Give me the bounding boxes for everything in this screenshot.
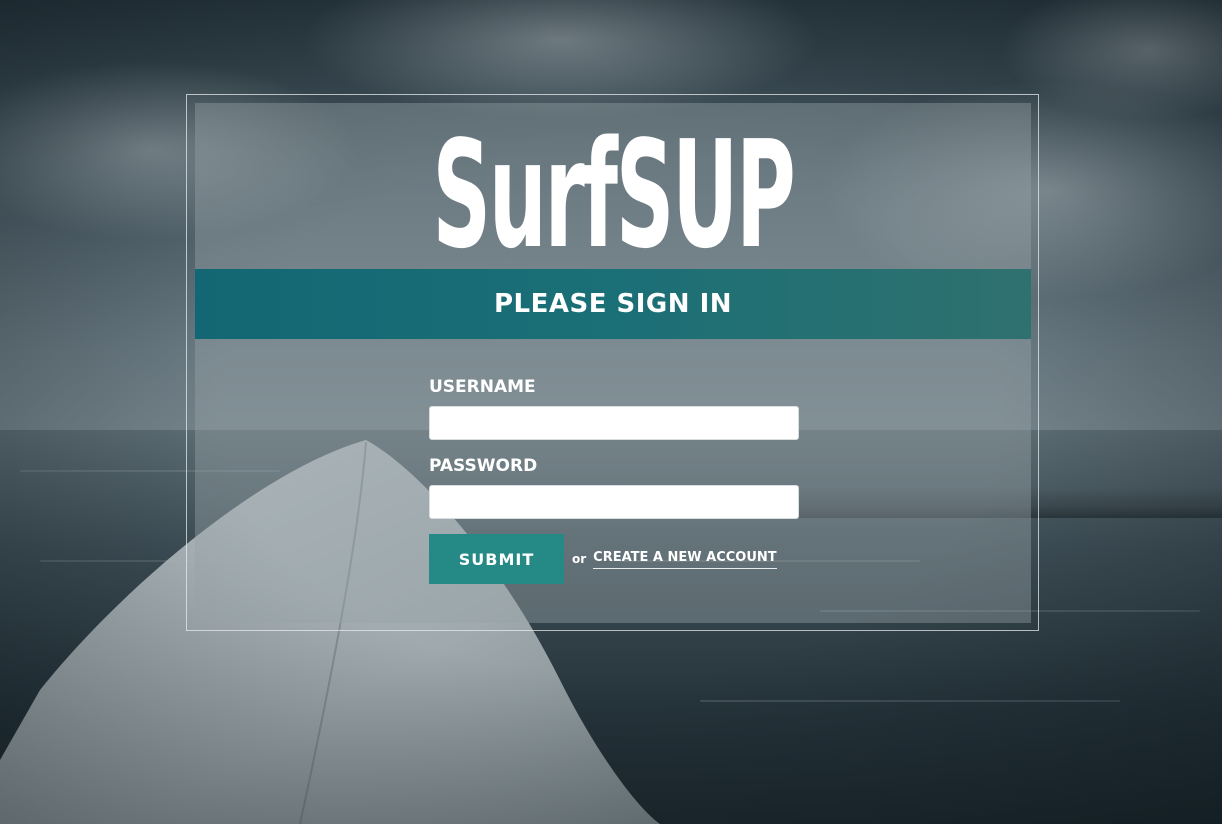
submit-button[interactable]: SUBMIT — [429, 534, 564, 584]
username-input[interactable] — [429, 406, 799, 440]
password-input[interactable] — [429, 485, 799, 519]
username-label: USERNAME — [429, 377, 536, 397]
password-label: PASSWORD — [429, 456, 538, 476]
sign-in-form: USERNAME PASSWORD SUBMIT or CREATE A NEW… — [429, 375, 799, 584]
sign-in-panel: SurfSUP PLEASE SIGN IN USERNAME PASSWORD… — [195, 103, 1031, 623]
sign-in-banner: PLEASE SIGN IN — [195, 269, 1031, 339]
or-separator: or — [572, 552, 587, 566]
create-account-link[interactable]: CREATE A NEW ACCOUNT — [593, 550, 777, 569]
banner-title: PLEASE SIGN IN — [493, 289, 733, 319]
login-page: SurfSUP PLEASE SIGN IN USERNAME PASSWORD… — [0, 0, 1222, 824]
form-actions: SUBMIT or CREATE A NEW ACCOUNT — [429, 534, 799, 584]
logo: SurfSUP — [432, 109, 795, 281]
